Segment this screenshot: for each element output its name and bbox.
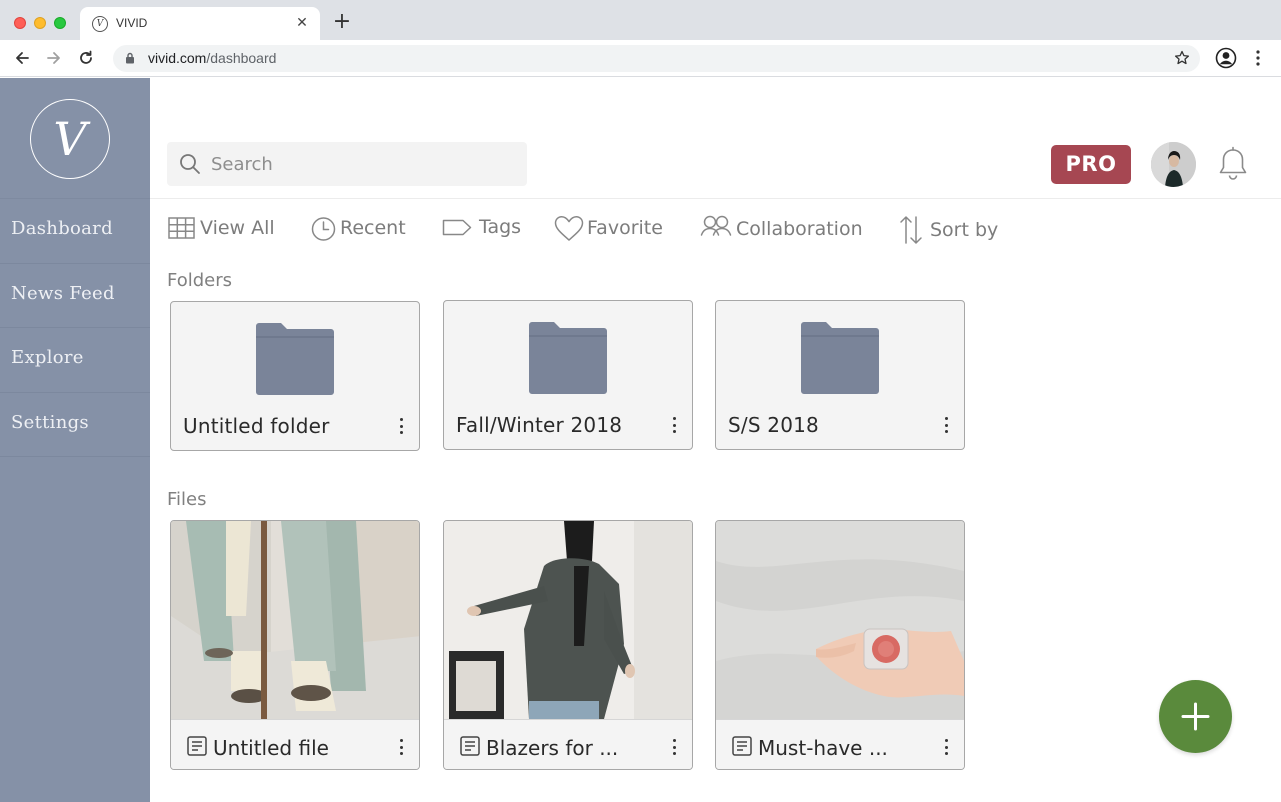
- sidebar-nav: Dashboard News Feed Explore Settings: [0, 198, 150, 457]
- folder-name: S/S 2018: [728, 413, 819, 437]
- document-icon: [732, 736, 752, 756]
- files-heading: Files: [167, 489, 207, 510]
- folder-card[interactable]: Untitled folder: [170, 301, 420, 451]
- search-input[interactable]: [211, 142, 511, 186]
- filter-label: Recent: [340, 217, 406, 239]
- file-thumbnail: [171, 521, 419, 719]
- folders-heading: Folders: [167, 270, 233, 291]
- bookmark-star-icon[interactable]: [1174, 50, 1190, 66]
- logo-letter: V: [53, 112, 87, 166]
- folder-name: Fall/Winter 2018: [456, 413, 623, 437]
- more-options-icon[interactable]: [942, 417, 950, 437]
- file-card[interactable]: Must-have ...: [715, 520, 965, 770]
- filter-recent[interactable]: Recent: [311, 212, 411, 246]
- reload-icon[interactable]: [76, 48, 96, 68]
- search-icon: [180, 154, 200, 174]
- filter-label: Favorite: [587, 217, 663, 239]
- profile-icon[interactable]: [1215, 47, 1237, 69]
- header-divider: [150, 198, 1281, 199]
- add-button[interactable]: [1159, 680, 1232, 753]
- file-thumbnail: [716, 521, 964, 719]
- url-text: vivid.com/dashboard: [148, 50, 277, 66]
- pro-button[interactable]: PRO: [1051, 145, 1131, 184]
- file-thumbnail: [444, 521, 692, 719]
- sidebar-item-explore[interactable]: Explore: [0, 328, 150, 393]
- logo[interactable]: V: [30, 99, 110, 179]
- back-arrow-icon[interactable]: [12, 48, 32, 68]
- file-name: Must-have ...: [758, 736, 888, 760]
- folder-card[interactable]: Fall/Winter 2018: [443, 300, 693, 450]
- address-bar[interactable]: vivid.com/dashboard: [113, 45, 1200, 72]
- file-footer: Must-have ...: [716, 719, 964, 769]
- plus-icon: [1181, 702, 1210, 731]
- filter-label: Sort by: [930, 219, 999, 241]
- sidebar-item-dashboard[interactable]: Dashboard: [0, 199, 150, 264]
- file-name: Untitled file: [213, 736, 329, 760]
- browser-toolbar: vivid.com/dashboard: [0, 40, 1281, 77]
- minimize-window-button[interactable]: [34, 17, 46, 29]
- more-options-icon[interactable]: [670, 739, 678, 759]
- browser-menu-icon[interactable]: [1250, 48, 1266, 68]
- sidebar-item-news-feed[interactable]: News Feed: [0, 264, 150, 328]
- sidebar: V Dashboard News Feed Explore Settings: [0, 78, 150, 802]
- filter-favorite[interactable]: Favorite: [554, 212, 664, 246]
- tag-icon: [442, 219, 472, 236]
- favicon-icon: V: [92, 16, 108, 32]
- filter-label: View All: [200, 217, 275, 239]
- grid-icon: [168, 217, 195, 239]
- document-icon: [187, 736, 207, 756]
- file-footer: Blazers for ...: [444, 719, 692, 769]
- filter-tags[interactable]: Tags: [442, 212, 522, 246]
- folder-icon: [256, 323, 334, 395]
- more-options-icon[interactable]: [670, 417, 678, 437]
- document-icon: [460, 736, 480, 756]
- filter-sort-by[interactable]: Sort by: [898, 212, 998, 246]
- new-tab-icon[interactable]: +: [332, 11, 352, 33]
- filter-collaboration[interactable]: Collaboration: [700, 212, 865, 246]
- file-card[interactable]: Blazers for ...: [443, 520, 693, 770]
- people-icon: [700, 215, 732, 236]
- file-name: Blazers for ...: [486, 736, 619, 760]
- lock-icon: [126, 52, 134, 64]
- close-window-button[interactable]: [14, 17, 26, 29]
- file-footer: Untitled file: [171, 719, 419, 769]
- avatar[interactable]: [1151, 142, 1196, 187]
- clock-icon: [311, 217, 336, 241]
- bell-icon[interactable]: [1216, 146, 1250, 182]
- folder-card[interactable]: S/S 2018: [715, 300, 965, 450]
- search-box[interactable]: [167, 142, 527, 186]
- filter-label: Tags: [479, 216, 522, 238]
- heart-icon: [554, 216, 584, 241]
- more-options-icon[interactable]: [397, 418, 405, 438]
- file-card[interactable]: Untitled file: [170, 520, 420, 770]
- folder-icon: [529, 322, 607, 394]
- tab-close-icon[interactable]: ✕: [294, 15, 310, 31]
- tab-title: VIVID: [116, 16, 148, 30]
- filter-view-all[interactable]: View All: [168, 212, 278, 246]
- forward-arrow-icon[interactable]: [44, 48, 64, 68]
- folder-name: Untitled folder: [183, 414, 330, 438]
- more-options-icon[interactable]: [942, 739, 950, 759]
- browser-tab[interactable]: V VIVID ✕: [80, 7, 320, 40]
- folder-icon: [801, 322, 879, 394]
- sort-icon: [900, 216, 922, 244]
- sidebar-item-settings[interactable]: Settings: [0, 393, 150, 457]
- more-options-icon[interactable]: [397, 739, 405, 759]
- maximize-window-button[interactable]: [54, 17, 66, 29]
- browser-tab-bar: V VIVID ✕ +: [0, 0, 1281, 40]
- filter-label: Collaboration: [736, 218, 863, 240]
